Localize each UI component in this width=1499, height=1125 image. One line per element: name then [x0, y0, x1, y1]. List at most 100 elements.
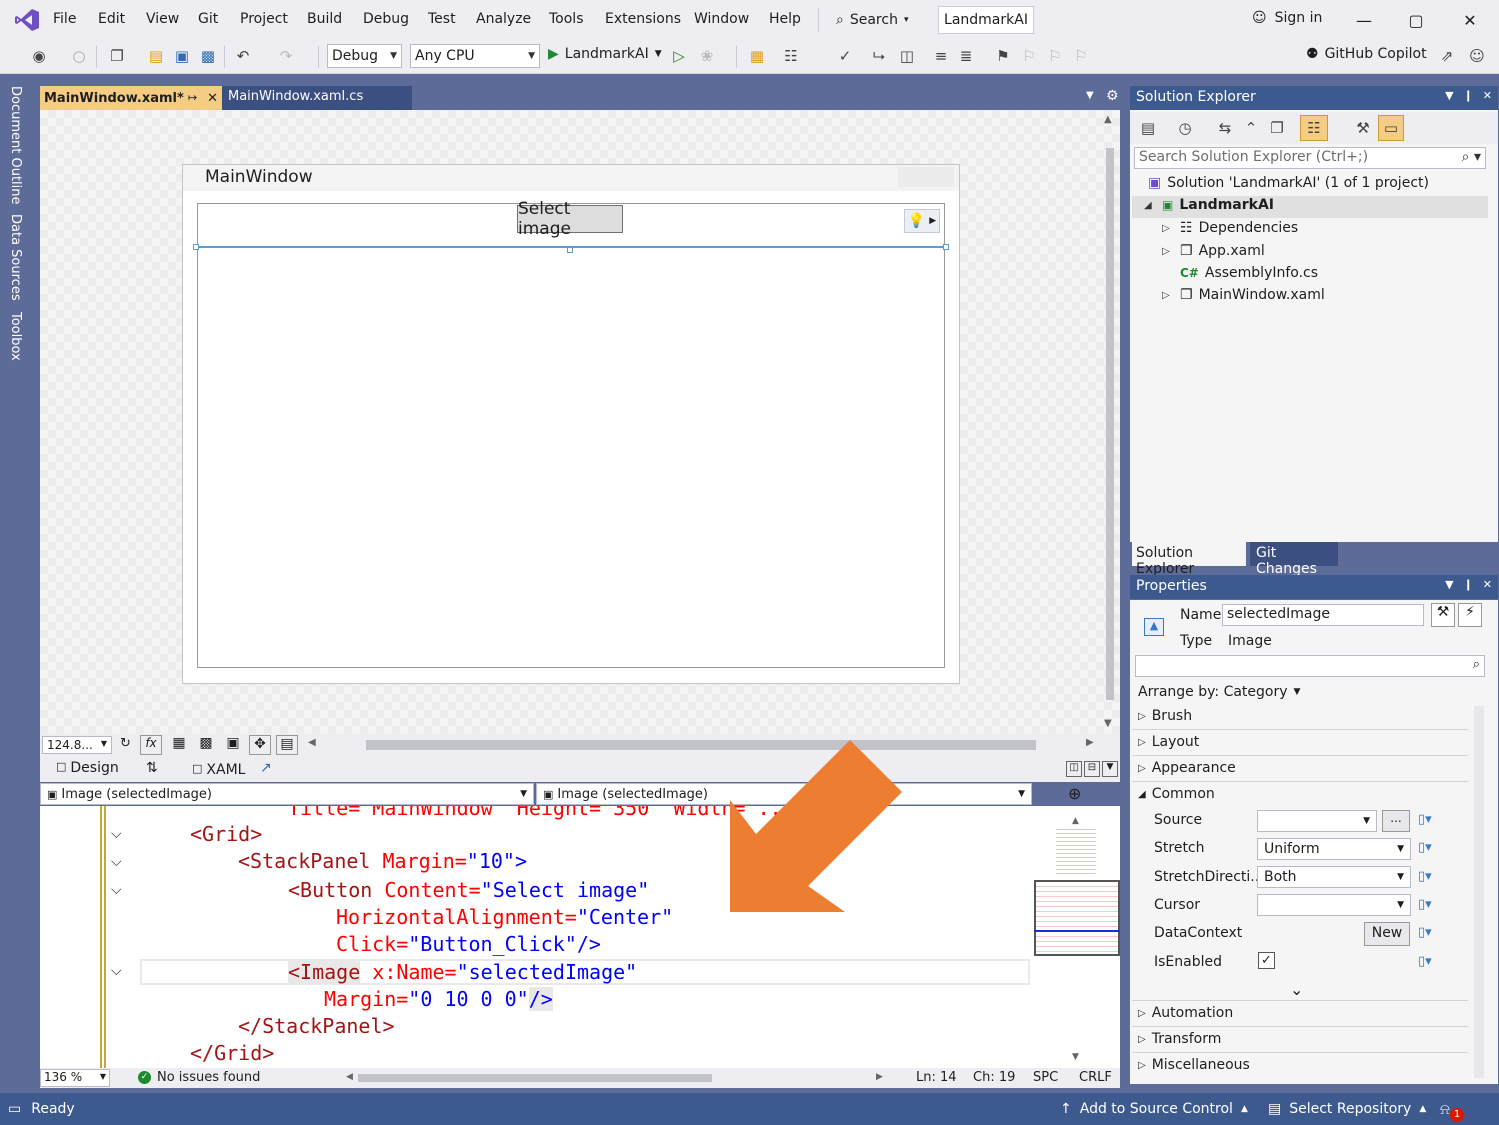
popout-xaml-icon[interactable]: ↗ — [260, 760, 272, 776]
fold-toggle-icon[interactable]: ⌵ — [111, 854, 122, 870]
new-item-icon[interactable]: ❐ — [106, 45, 128, 67]
collapse-pane-icon[interactable]: ▼ — [1102, 761, 1118, 777]
scroll-up-icon[interactable]: ▲ — [1104, 114, 1112, 125]
menu-git[interactable]: Git — [198, 11, 218, 27]
platform-dropdown[interactable]: Any CPU ▼ — [410, 44, 540, 68]
expand-advanced-icon[interactable]: ⌄ — [1290, 980, 1303, 999]
property-marker-icon[interactable]: ▯▾ — [1418, 897, 1432, 912]
properties-scrollbar[interactable] — [1474, 706, 1484, 1078]
column-number[interactable]: Ch: 19 — [973, 1070, 1015, 1085]
category-automation[interactable]: ▷ Automation — [1138, 1005, 1233, 1021]
fold-toggle-icon[interactable]: ⌵ — [111, 882, 122, 898]
tab-mainwindow-xaml[interactable]: MainWindow.xaml* ↦ ✕ — [40, 86, 222, 110]
scroll-right-icon[interactable]: ▶ — [876, 1072, 883, 1082]
category-brush[interactable]: ▷ Brush — [1138, 708, 1192, 724]
xaml-tab[interactable]: □ XAML — [192, 762, 245, 778]
issues-indicator[interactable]: ✓ No issues found — [138, 1070, 260, 1085]
menu-view[interactable]: View — [146, 11, 179, 27]
property-marker-icon[interactable]: ▯▾ — [1418, 925, 1432, 940]
select-image-button[interactable]: Select image — [517, 199, 623, 239]
menu-project[interactable]: Project — [240, 11, 288, 27]
tab-list-dropdown-icon[interactable]: ▼ — [1086, 90, 1094, 101]
pin-icon[interactable]: ❙ — [1464, 578, 1473, 596]
designer-vertical-scrollbar[interactable] — [1106, 148, 1114, 700]
outdent-icon[interactable]: ≣ — [955, 45, 977, 67]
notifications-bell-icon[interactable]: ⍾ — [1440, 1100, 1450, 1118]
snap-lines-icon[interactable]: ✥ — [249, 735, 271, 755]
menu-help[interactable]: Help — [769, 11, 801, 27]
category-transform[interactable]: ▷ Transform — [1138, 1031, 1221, 1047]
editor-zoom-dropdown[interactable]: 136 % ▼ — [40, 1069, 110, 1087]
category-miscellaneous[interactable]: ▷ Miscellaneous — [1138, 1057, 1250, 1073]
effects-icon[interactable]: fx — [140, 735, 162, 755]
switch-views-icon[interactable]: ▤ — [1137, 117, 1159, 139]
snap-grid-icon[interactable]: ▩ — [195, 735, 217, 755]
property-marker-icon[interactable]: ▯▾ — [1418, 869, 1432, 884]
undo-icon[interactable]: ↶ — [232, 45, 254, 67]
tab-solution-explorer[interactable]: Solution Explorer — [1132, 542, 1246, 577]
quick-actions-button[interactable]: 💡 ▶ — [904, 209, 940, 233]
browse-folder-icon[interactable]: ▦ — [746, 45, 768, 67]
scroll-left-icon[interactable]: ◀ — [308, 737, 316, 748]
property-marker-icon[interactable]: ▯▾ — [1418, 812, 1432, 827]
menu-analyze[interactable]: Analyze — [476, 11, 531, 27]
layout-icon[interactable]: ☷ — [780, 45, 802, 67]
menu-extensions[interactable]: Extensions — [605, 11, 681, 27]
next-bookmark-icon[interactable]: ⚐ — [1044, 45, 1066, 67]
menu-window[interactable]: Window — [694, 11, 749, 27]
fold-toggle-icon[interactable]: ⌵ — [111, 826, 122, 842]
tree-item-project[interactable]: ◢ ▣ LandmarkAI — [1144, 197, 1274, 213]
close-panel-icon[interactable]: ✕ — [1483, 89, 1492, 107]
data-sources-tab[interactable]: Data Sources — [8, 214, 23, 301]
share-icon[interactable]: ⇗ — [1436, 45, 1458, 67]
tree-view-icon[interactable]: ☷ — [1300, 115, 1328, 141]
panel-dropdown-icon[interactable]: ▼ — [1445, 89, 1453, 107]
arrange-by-dropdown[interactable]: Arrange by: Category ▼ — [1138, 684, 1300, 700]
pin-icon[interactable]: ↦ — [188, 91, 197, 106]
menu-debug[interactable]: Debug — [363, 11, 409, 27]
navigate-back-icon[interactable]: ◉ — [28, 45, 50, 67]
category-common[interactable]: ◢ Common — [1138, 786, 1215, 802]
tab-git-changes[interactable]: Git Changes — [1250, 542, 1338, 577]
minimap-scroll-up-icon[interactable]: ▲ — [1072, 816, 1079, 826]
close-panel-icon[interactable]: ✕ — [1483, 578, 1492, 596]
split-editor-icon[interactable]: ⊕ — [1068, 784, 1081, 803]
property-marker-icon[interactable]: ▯▾ — [1418, 840, 1432, 855]
properties-wrench-icon[interactable]: ⚒ — [1431, 603, 1455, 627]
feedback-icon[interactable]: ☺ — [1466, 45, 1488, 67]
start-without-debugging-icon[interactable]: ▷ — [668, 45, 690, 67]
line-ending[interactable]: CRLF — [1079, 1070, 1112, 1085]
cursor-dropdown[interactable]: ▼ — [1257, 894, 1411, 916]
redo-icon[interactable]: ↷ — [275, 45, 297, 67]
property-marker-icon[interactable]: ▯▾ — [1418, 954, 1432, 969]
fold-toggle-icon[interactable]: ⌵ — [111, 963, 122, 979]
grid-icon[interactable]: ▦ — [168, 735, 190, 755]
settings-gear-icon[interactable]: ⚙ — [1106, 88, 1119, 104]
code-minimap[interactable]: ▲ ▼ — [1034, 806, 1120, 1068]
pending-changes-icon[interactable]: ◷ — [1174, 117, 1196, 139]
preview-icon[interactable]: ▭ — [1378, 115, 1404, 141]
collapse-all-icon[interactable]: ⌃ — [1240, 117, 1262, 139]
prev-bookmark-icon[interactable]: ⚐ — [1018, 45, 1040, 67]
device-preview-icon[interactable]: ▤ — [276, 735, 298, 755]
sign-in-button[interactable]: ☺ Sign in — [1252, 10, 1322, 26]
stretch-direction-dropdown[interactable]: Both ▼ — [1257, 866, 1411, 888]
horizontal-split-icon[interactable]: ⊟ — [1084, 761, 1100, 777]
toolbox-tab[interactable]: Toolbox — [8, 312, 23, 361]
bookmark-icon[interactable]: ⚑ — [992, 45, 1014, 67]
hot-reload-icon[interactable]: ❀ — [696, 45, 718, 67]
isenabled-checkbox[interactable]: ✓ — [1258, 952, 1275, 969]
element-navigation-dropdown[interactable]: ▣ Image (selectedImage) ▼ — [40, 783, 534, 805]
tree-item-assemblyinfo[interactable]: C# AssemblyInfo.cs — [1162, 265, 1318, 281]
tree-item-mainwindow-xaml[interactable]: ▷ ❐ MainWindow.xaml — [1162, 287, 1325, 303]
minimize-button[interactable]: — — [1350, 8, 1378, 32]
menu-edit[interactable]: Edit — [98, 11, 125, 27]
resize-handle[interactable] — [567, 247, 573, 253]
github-copilot-button[interactable]: ⚉ GitHub Copilot — [1306, 46, 1427, 62]
tree-item-solution[interactable]: ▣ Solution 'LandmarkAI' (1 of 1 project) — [1148, 175, 1429, 191]
search-button[interactable]: ⌕ Search ▾ — [836, 8, 922, 32]
menu-tools[interactable]: Tools — [549, 11, 584, 27]
new-datacontext-button[interactable]: New — [1364, 922, 1410, 946]
open-folder-icon[interactable]: ▤ — [145, 45, 167, 67]
clear-bookmarks-icon[interactable]: ⚐ — [1070, 45, 1092, 67]
